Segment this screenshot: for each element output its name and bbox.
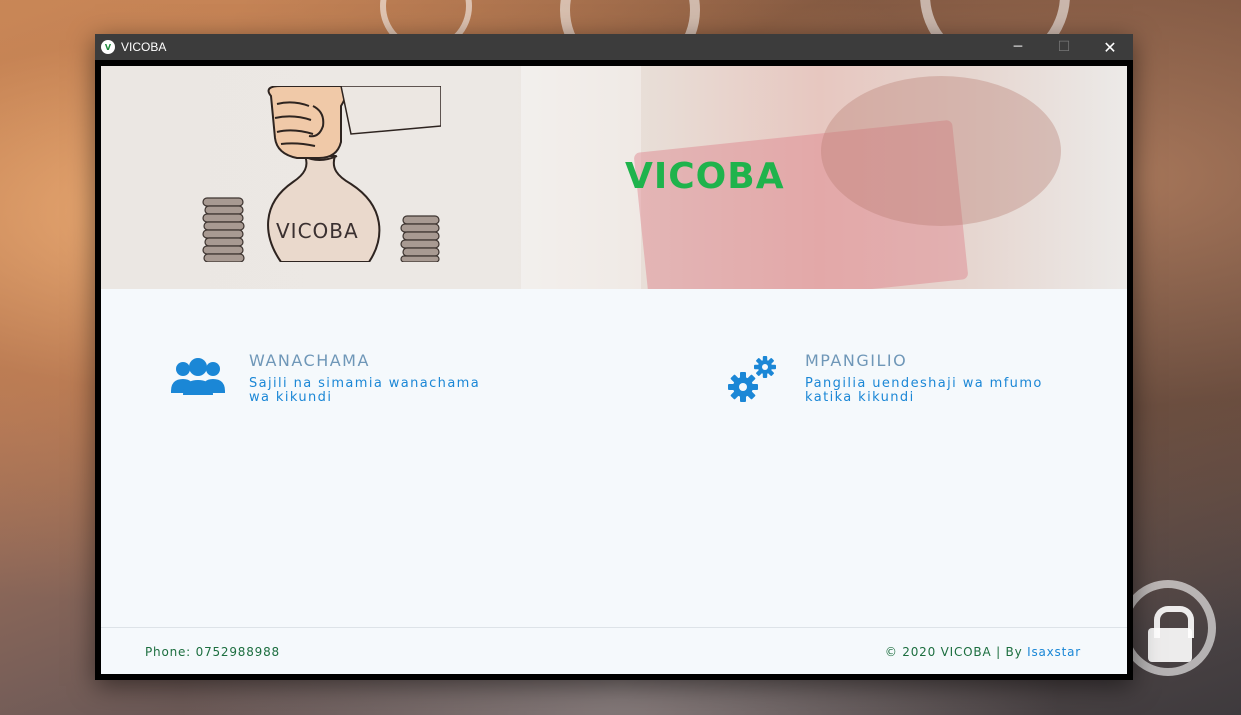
main-content: VICOBA VICOBA WANACHAMA Sajili na simami… (101, 66, 1127, 674)
app-logo: VICOBA (625, 156, 785, 197)
header-banner: VICOBA VICOBA (101, 66, 1127, 289)
app-icon: V (101, 40, 115, 54)
gears-icon (728, 356, 776, 402)
maximize-button[interactable]: ☐ (1041, 34, 1087, 60)
title-bar[interactable]: V VICOBA ─ ☐ ✕ (95, 34, 1133, 60)
card-description: Pangilia uendeshaji wa mfumo katika kiku… (805, 376, 1043, 405)
author-link[interactable]: Isaxstar (1027, 645, 1081, 659)
footer: Phone: 0752988988 © 2020 VICOBA | By Isa… (101, 627, 1127, 674)
copyright-text: © 2020 VICOBA | By (884, 645, 1023, 659)
card-description: Sajili na simamia wanachama wa kikundi (249, 376, 481, 405)
window-title: VICOBA (121, 40, 167, 54)
minimize-button[interactable]: ─ (995, 34, 1041, 60)
app-window: V VICOBA ─ ☐ ✕ VICOBA VICOBA WANACHAMA S… (95, 34, 1133, 680)
lock-icon (1120, 580, 1216, 676)
bag-label: VICOBA (276, 219, 359, 243)
copyright-notice: © 2020 VICOBA | By Isaxstar (885, 645, 1081, 659)
phone-number: Phone: 0752988988 (145, 645, 280, 659)
card-title: WANACHAMA (249, 351, 370, 370)
settings-card[interactable]: MPANGILIO Pangilia uendeshaji wa mfumo k… (725, 349, 1055, 405)
hand-photo (821, 76, 1061, 226)
users-group-icon (171, 358, 225, 395)
card-title: MPANGILIO (805, 351, 908, 370)
close-button[interactable]: ✕ (1087, 34, 1133, 60)
members-card[interactable]: WANACHAMA Sajili na simamia wanachama wa… (169, 349, 499, 405)
